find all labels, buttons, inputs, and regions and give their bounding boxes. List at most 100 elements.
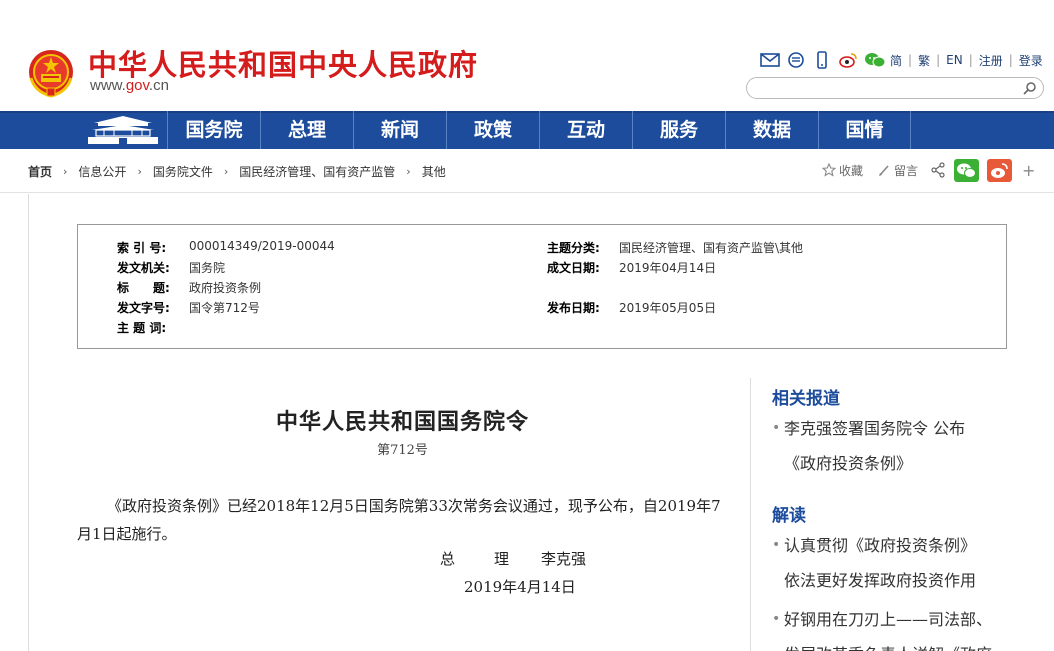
- meta-keywords-label: 主 题 词:: [117, 321, 167, 335]
- meta-topic-class-label: 主题分类:: [547, 241, 600, 255]
- share-weibo-button[interactable]: [987, 158, 1013, 182]
- article-date: 2019年4月14日: [464, 578, 576, 596]
- lang-simplified-link[interactable]: 简: [890, 52, 902, 69]
- interpretation-item[interactable]: • 认真贯彻《政府投资条例》 依法更好发挥政府投资作用: [772, 528, 1012, 598]
- breadcrumb: 首页 › 信息公开 › 国务院文件 › 国民经济管理、国有资产监管 › 其他: [28, 161, 446, 181]
- breadcrumb-economy[interactable]: 国民经济管理、国有资产监管: [239, 163, 395, 180]
- interpretation-line1[interactable]: 认真贯彻《政府投资条例》: [772, 528, 1012, 563]
- search-box: [746, 77, 1044, 99]
- breadcrumb-divider: [0, 192, 1054, 193]
- lang-traditional-link[interactable]: 繁: [918, 52, 930, 69]
- chat-icon[interactable]: [786, 51, 806, 69]
- toolbar-separator: |: [936, 53, 941, 67]
- meta-title-label: 标 题:: [117, 281, 170, 295]
- interpretation-line2[interactable]: 依法更好发挥政府投资作用: [772, 563, 1012, 598]
- interpretation-line1[interactable]: 好钢用在刀刃上——司法部、: [772, 602, 1012, 637]
- nav-item-state-council[interactable]: 国务院: [167, 111, 260, 149]
- weibo-icon[interactable]: [838, 51, 858, 69]
- nav-item-policy[interactable]: 政策: [446, 111, 539, 149]
- mail-icon[interactable]: [760, 51, 780, 69]
- more-share-icon[interactable]: +: [1022, 161, 1035, 180]
- share-icon[interactable]: [930, 162, 946, 178]
- site-url[interactable]: www.gov.cn: [90, 77, 169, 94]
- meta-row-title: 标 题: 政府投资条例: [117, 279, 261, 295]
- related-reports-title: 相关报道: [772, 389, 840, 409]
- meta-index-value: 000014349/2019-00044: [189, 239, 335, 253]
- article-body: 《政府投资条例》已经2018年12月5日国务院第33次常务会议通过，现予公布，自…: [77, 497, 721, 543]
- interpretation-item[interactable]: • 好钢用在刀刃上——司法部、 发展改革委负责人详解《政府: [772, 602, 1012, 651]
- nav-item-services[interactable]: 服务: [632, 111, 725, 149]
- interpretation-title: 解读: [772, 506, 806, 526]
- register-link[interactable]: 注册: [979, 52, 1003, 69]
- article-title: 中华人民共和国国务院令: [275, 409, 529, 435]
- share-wechat-button[interactable]: [954, 158, 980, 182]
- meta-date-written-value: 2019年04月14日: [619, 261, 717, 275]
- site-url-brand: gov: [125, 77, 149, 94]
- article-number: 第712号: [377, 443, 428, 458]
- signature-name: 李克强: [541, 550, 587, 568]
- bullet: •: [772, 611, 781, 627]
- national-emblem-icon[interactable]: [27, 48, 75, 98]
- lang-english-link[interactable]: EN: [946, 53, 963, 67]
- nav-item-news[interactable]: 新闻: [353, 111, 446, 149]
- meta-row-issuer: 发文机关: 国务院: [117, 259, 225, 275]
- top-toolbar: 简 | 繁 | EN | 注册 | 登录: [760, 50, 1043, 70]
- meta-row-doc-number: 发文字号: 国令第712号: [117, 299, 260, 315]
- meta-row-publish-date: 发布日期: 2019年05月05日: [547, 299, 716, 315]
- search-input[interactable]: [757, 80, 1017, 96]
- breadcrumb-other[interactable]: 其他: [422, 163, 446, 180]
- site-url-prefix: www.: [90, 77, 126, 94]
- signature-role: 总 理: [440, 550, 522, 568]
- breadcrumb-separator: ›: [137, 164, 142, 178]
- meta-title-value: 政府投资条例: [189, 281, 262, 295]
- tiananmen-icon[interactable]: [80, 111, 166, 149]
- related-report-line2[interactable]: 《政府投资条例》: [772, 446, 1012, 481]
- nav-item-interaction[interactable]: 互动: [539, 111, 632, 149]
- breadcrumb-state-council-docs[interactable]: 国务院文件: [153, 163, 213, 180]
- search-icon[interactable]: [1023, 81, 1037, 95]
- wechat-icon[interactable]: [864, 51, 886, 69]
- meta-issuer-value: 国务院: [189, 261, 226, 275]
- nav-item-data[interactable]: 数据: [725, 111, 818, 149]
- bullet: •: [772, 420, 781, 436]
- meta-row-topic-class: 主题分类: 国民经济管理、国有资产监管\其他: [547, 239, 803, 255]
- breadcrumb-info-public[interactable]: 信息公开: [78, 163, 126, 180]
- nav-item-premier[interactable]: 总理: [260, 111, 353, 149]
- login-link[interactable]: 登录: [1019, 52, 1043, 69]
- bullet: •: [772, 537, 781, 553]
- related-report-item[interactable]: • 李克强签署国务院令 公布 《政府投资条例》: [772, 411, 1012, 481]
- message-label: 留言: [894, 163, 919, 178]
- breadcrumb-home[interactable]: 首页: [28, 163, 52, 180]
- toolbar-separator: |: [968, 53, 973, 67]
- nav-items: 国务院 总理 新闻 政策 互动 服务 数据 国情: [167, 111, 911, 149]
- star-icon: [822, 163, 836, 177]
- sidebar-divider: [750, 378, 751, 651]
- meta-publish-date-value: 2019年05月05日: [619, 301, 717, 315]
- favorite-label: 收藏: [839, 163, 864, 178]
- meta-row-index: 索 引 号: 000014349/2019-00044: [117, 239, 335, 255]
- related-report-line1[interactable]: 李克强签署国务院令 公布: [772, 411, 1012, 446]
- breadcrumb-separator: ›: [223, 164, 229, 178]
- meta-doc-number-label: 发文字号:: [117, 301, 170, 315]
- meta-issuer-label: 发文机关:: [117, 261, 170, 275]
- share-bar: 收藏 留言 +: [822, 157, 1035, 183]
- site-header: 中华人民共和国中央人民政府 www.gov.cn 简 | 繁 | EN | 注册…: [0, 0, 1054, 111]
- message-button[interactable]: 留言: [877, 162, 918, 179]
- meta-publish-date-label: 发布日期:: [547, 301, 600, 315]
- toolbar-separator: |: [1008, 53, 1013, 67]
- site-url-suffix: .cn: [148, 77, 169, 94]
- breadcrumb-separator: ›: [63, 164, 68, 178]
- pencil-icon: [879, 165, 889, 176]
- meta-topic-class-value: 国民经济管理、国有资产监管\其他: [619, 241, 804, 255]
- document-meta-table: 索 引 号: 000014349/2019-00044 主题分类: 国民经济管理…: [77, 224, 1007, 349]
- favorite-button[interactable]: 收藏: [822, 162, 863, 179]
- article-signature: 总 理 李克强: [440, 548, 586, 569]
- interpretation-line2[interactable]: 发展改革委负责人详解《政府: [772, 637, 1012, 651]
- main-nav: 国务院 总理 新闻 政策 互动 服务 数据 国情: [0, 111, 1054, 149]
- toolbar-separator: |: [908, 53, 913, 67]
- mobile-icon[interactable]: [812, 51, 832, 69]
- nav-item-national-info[interactable]: 国情: [818, 111, 911, 149]
- meta-row-date-written: 成文日期: 2019年04月14日: [547, 259, 716, 275]
- breadcrumb-separator: ›: [406, 164, 411, 178]
- weibo-icon: [991, 162, 1008, 178]
